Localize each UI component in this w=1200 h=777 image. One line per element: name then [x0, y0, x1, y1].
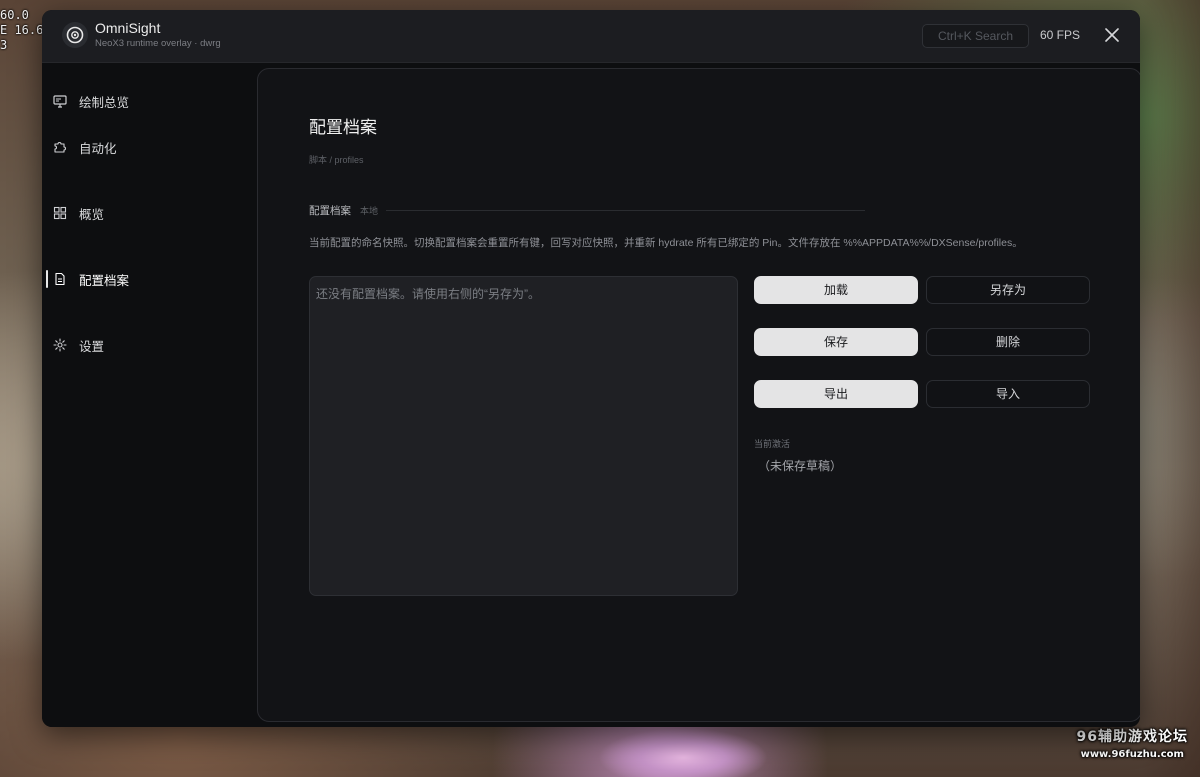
- sidebar: 绘制总览 自动化 概览 配置档案 设置: [42, 63, 257, 727]
- document-icon: [53, 272, 67, 286]
- section-header: 配置档案 本地: [309, 203, 865, 217]
- close-button[interactable]: [1100, 24, 1124, 48]
- sidebar-item-label: 设置: [79, 339, 105, 354]
- puzzle-icon: [53, 140, 67, 154]
- close-icon: [1105, 27, 1119, 46]
- app-subtitle: NeoX3 runtime overlay · dwrg: [95, 38, 221, 49]
- divider: [386, 209, 865, 211]
- forum-watermark: 96辅助游戏论坛 www.96fuzhu.com: [1077, 726, 1188, 760]
- fps-counter: 60 FPS: [1040, 28, 1081, 42]
- sidebar-item-draw-overview[interactable]: 绘制总览: [42, 86, 257, 116]
- delete-button[interactable]: 删除: [926, 328, 1090, 356]
- app-name: OmniSight: [95, 20, 161, 36]
- background-scenery: [1142, 0, 1200, 777]
- sidebar-item-label: 配置档案: [79, 273, 130, 288]
- profile-list[interactable]: 还没有配置档案。请使用右侧的“另存为”。: [309, 276, 738, 596]
- sidebar-item-label: 绘制总览: [79, 95, 130, 110]
- export-button[interactable]: 导出: [754, 380, 918, 408]
- main-content: 配置档案 脚本 / profiles 配置档案 本地 当前配置的命名快照。切换配…: [257, 68, 1140, 722]
- sidebar-item-label: 概览: [79, 207, 105, 222]
- page-title: 配置档案: [309, 118, 377, 137]
- active-profile-label: 当前激活: [754, 439, 791, 449]
- sidebar-item-automation[interactable]: 自动化: [42, 132, 257, 162]
- empty-state-text: 还没有配置档案。请使用右侧的“另存为”。: [316, 287, 540, 301]
- gear-icon: [53, 338, 67, 352]
- sidebar-item-overview[interactable]: 概览: [42, 198, 257, 228]
- sidebar-item-profiles[interactable]: 配置档案: [42, 264, 257, 294]
- save-as-button[interactable]: 另存为: [926, 276, 1090, 304]
- search-input[interactable]: Ctrl+K Search: [922, 24, 1029, 48]
- sidebar-item-settings[interactable]: 设置: [42, 330, 257, 360]
- overlay-window: OmniSight NeoX3 runtime overlay · dwrg C…: [42, 10, 1140, 727]
- background-character: [598, 728, 768, 777]
- save-button[interactable]: 保存: [754, 328, 918, 356]
- breadcrumb: 脚本 / profiles: [309, 155, 364, 165]
- import-button[interactable]: 导入: [926, 380, 1090, 408]
- load-button[interactable]: 加载: [754, 276, 918, 304]
- watermark-url: www.96fuzhu.com: [1080, 749, 1184, 760]
- section-description: 当前配置的命名快照。切换配置档案会重置所有键，回写对应快照，并重新 hydrat…: [309, 237, 1023, 249]
- title-bar: OmniSight NeoX3 runtime overlay · dwrg C…: [42, 10, 1140, 63]
- section-title: 配置档案: [309, 204, 351, 217]
- sidebar-item-label: 自动化: [79, 141, 117, 156]
- watermark-title: 96辅助游戏论坛: [1076, 729, 1188, 745]
- active-profile-value: （未保存草稿）: [758, 459, 843, 473]
- app-logo-icon: [62, 22, 88, 48]
- monitor-icon: [53, 94, 67, 108]
- section-tag: 本地: [360, 205, 379, 216]
- grid-icon: [53, 206, 67, 220]
